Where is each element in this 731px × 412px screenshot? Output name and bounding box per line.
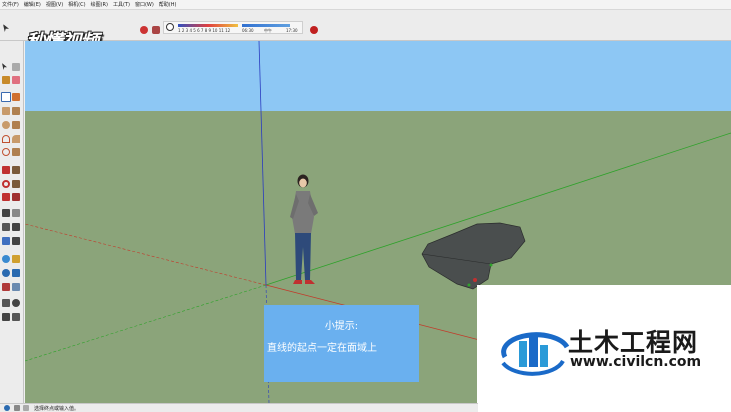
rectangle-icon[interactable] bbox=[2, 107, 10, 115]
zoom-icon[interactable] bbox=[2, 269, 10, 277]
select-icon[interactable] bbox=[3, 24, 9, 32]
menu-edit[interactable]: 编辑(E) bbox=[24, 0, 41, 10]
inference-point bbox=[473, 278, 477, 282]
tip-title: 小提示: bbox=[324, 321, 359, 332]
civilcn-watermark: 土木工程网 www.civilcn.com bbox=[477, 285, 731, 412]
month-labels: 1 2 3 4 5 6 7 8 9 10 11 12 bbox=[178, 28, 231, 33]
watermark-url: www.civilcn.com bbox=[570, 354, 702, 370]
scale-icon[interactable] bbox=[2, 193, 10, 201]
shadow-settings-panel[interactable]: 1 2 3 4 5 6 7 8 9 10 11 12 06:30 中午 17:3… bbox=[163, 21, 303, 34]
dimension-icon[interactable] bbox=[12, 209, 20, 217]
tape-measure-icon[interactable] bbox=[2, 209, 10, 217]
rotated-rectangle-icon[interactable] bbox=[12, 107, 20, 115]
freehand-icon[interactable] bbox=[12, 93, 20, 101]
previous-view-icon[interactable] bbox=[12, 283, 20, 291]
three-point-arc-icon[interactable] bbox=[2, 148, 10, 156]
sketchup-window: 文件(F) 编辑(E) 视图(V) 相机(C) 绘图(R) 工具(T) 窗口(W… bbox=[0, 0, 731, 412]
tip-body: 直线的起点一定在面域上 bbox=[267, 343, 377, 354]
two-point-arc-icon[interactable] bbox=[12, 148, 20, 156]
large-tool-set bbox=[0, 41, 24, 403]
axes-icon[interactable] bbox=[2, 237, 10, 245]
arc-icon[interactable] bbox=[2, 135, 10, 143]
menu-window[interactable]: 窗口(W) bbox=[135, 0, 154, 10]
circle-icon[interactable] bbox=[2, 121, 10, 129]
civilcn-logo-icon bbox=[501, 332, 570, 376]
eraser-icon[interactable] bbox=[12, 76, 20, 84]
menu-tools[interactable]: 工具(T) bbox=[113, 0, 130, 10]
sky bbox=[25, 41, 731, 111]
menu-bar: 文件(F) 编辑(E) 视图(V) 相机(C) 绘图(R) 工具(T) 窗口(W… bbox=[0, 0, 731, 10]
select-tool-icon[interactable] bbox=[2, 63, 7, 70]
dropdown-icon[interactable] bbox=[140, 26, 148, 34]
move-icon[interactable] bbox=[2, 166, 10, 174]
menu-file[interactable]: 文件(F) bbox=[2, 0, 19, 10]
geo-location-icon bbox=[14, 405, 20, 411]
status-bar: 选择终点或输入值。 bbox=[0, 403, 478, 412]
sun-icon bbox=[166, 23, 174, 31]
time-noon-label: 中午 bbox=[264, 28, 272, 33]
paint-tool-icon[interactable] bbox=[2, 76, 10, 84]
info-icon bbox=[4, 405, 10, 411]
look-around-icon[interactable] bbox=[12, 299, 20, 307]
walk-icon[interactable] bbox=[2, 313, 10, 321]
section-cut-icon[interactable] bbox=[12, 313, 20, 321]
month-slider[interactable] bbox=[178, 24, 238, 27]
ruby-icon[interactable] bbox=[310, 26, 318, 34]
rotate-icon[interactable] bbox=[2, 180, 10, 188]
component-tool-icon[interactable] bbox=[12, 63, 20, 71]
time-end-label: 17:30 bbox=[286, 28, 298, 33]
zoom-window-icon[interactable] bbox=[12, 269, 20, 277]
menu-help[interactable]: 帮助(H) bbox=[159, 0, 177, 10]
polygon-icon[interactable] bbox=[12, 121, 20, 129]
main-toolbar: 1 2 3 4 5 6 7 8 9 10 11 12 06:30 中午 17:3… bbox=[0, 10, 731, 53]
zoom-extents-icon[interactable] bbox=[2, 283, 10, 291]
time-start-label: 06:30 bbox=[242, 28, 254, 33]
position-camera-icon[interactable] bbox=[2, 299, 10, 307]
pan-icon[interactable] bbox=[12, 255, 20, 263]
protractor-icon[interactable] bbox=[2, 223, 10, 231]
menu-draw[interactable]: 绘图(R) bbox=[91, 0, 108, 10]
line-icon[interactable] bbox=[1, 92, 11, 102]
endpoint-marker bbox=[467, 283, 471, 287]
follow-me-icon[interactable] bbox=[12, 180, 20, 188]
component-icon[interactable] bbox=[152, 26, 160, 34]
pie-icon[interactable] bbox=[12, 135, 20, 143]
orbit-icon[interactable] bbox=[2, 255, 10, 263]
text-icon[interactable] bbox=[12, 223, 20, 231]
menu-camera[interactable]: 相机(C) bbox=[68, 0, 85, 10]
status-text: 选择终点或输入值。 bbox=[34, 406, 80, 412]
tip-overlay: 小提示: 直线的起点一定在面域上 bbox=[264, 305, 419, 382]
credits-icon bbox=[23, 405, 29, 411]
menu-view[interactable]: 视图(V) bbox=[46, 0, 63, 10]
push-pull-icon[interactable] bbox=[12, 166, 20, 174]
offset-icon[interactable] bbox=[12, 193, 20, 201]
time-slider[interactable] bbox=[242, 24, 290, 27]
section-plane-icon[interactable] bbox=[12, 237, 20, 245]
endpoint-marker bbox=[489, 263, 493, 267]
